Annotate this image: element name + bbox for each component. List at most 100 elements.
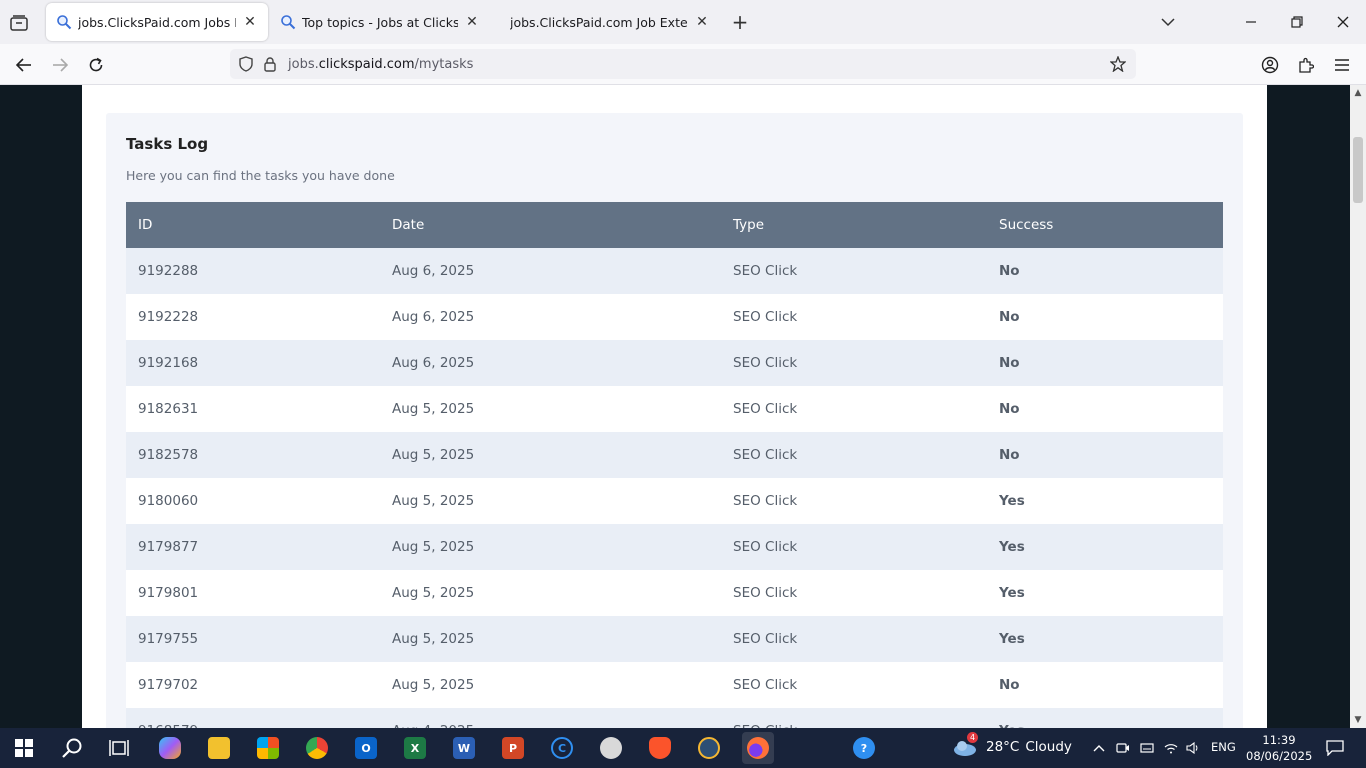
reload-button[interactable] (83, 52, 109, 78)
cell-date: Aug 5, 2025 (380, 570, 721, 616)
restore-button[interactable] (1285, 10, 1309, 34)
star-icon (1110, 56, 1126, 72)
network-tray[interactable] (1161, 738, 1181, 758)
scroll-down-arrow-icon[interactable]: ▼ (1352, 714, 1364, 726)
task-view-icon (109, 740, 129, 756)
address-bar[interactable]: jobs.clickspaid.com/mytasks (230, 49, 1136, 79)
cell-date: Aug 5, 2025 (380, 432, 721, 478)
windows-taskbar: O X W P C ? 4 28°C Cloudy ENG 11:39 08/0… (0, 728, 1366, 768)
firefox-icon (747, 737, 769, 759)
clock-date: 08/06/2025 (1246, 749, 1313, 763)
copilot-icon (159, 737, 181, 759)
task-view-button[interactable] (103, 732, 135, 764)
tab-top-topics[interactable]: Top topics - Jobs at ClicksPaid.c ✕ (270, 3, 490, 41)
column-header-id: ID (126, 202, 380, 248)
speaker-icon (1186, 742, 1198, 754)
excel-app[interactable]: X (399, 732, 431, 764)
meet-now-tray[interactable] (1113, 738, 1133, 758)
cell-id: 9192288 (126, 248, 380, 294)
cell-type: SEO Click (721, 616, 987, 662)
search-button[interactable] (56, 732, 88, 764)
column-header-date: Date (380, 202, 721, 248)
new-tab-button[interactable]: + (730, 10, 750, 34)
bookmark-star-button[interactable] (1106, 52, 1130, 76)
tab-title: jobs.ClicksPaid.com Job Extension (510, 14, 688, 30)
cell-success: Yes (987, 524, 1223, 570)
close-tab-icon[interactable]: ✕ (464, 14, 480, 30)
cell-type: SEO Click (721, 340, 987, 386)
plus-icon: + (731, 10, 749, 34)
page-subtitle: Here you can find the tasks you have don… (126, 168, 395, 183)
chrome-app[interactable] (301, 732, 333, 764)
satellite-icon (600, 737, 622, 759)
volume-tray[interactable] (1183, 738, 1203, 758)
column-header-type: Type (721, 202, 987, 248)
dashboard-icon (698, 737, 720, 759)
dashboard-app[interactable] (693, 732, 725, 764)
cell-success: No (987, 294, 1223, 340)
close-window-button[interactable] (1331, 10, 1355, 34)
file-explorer-app[interactable] (203, 732, 235, 764)
c-app[interactable]: C (546, 732, 578, 764)
copilot-app[interactable] (154, 732, 186, 764)
account-button[interactable] (1257, 52, 1283, 78)
notification-center-button[interactable] (1323, 738, 1347, 758)
cell-id: 9180060 (126, 478, 380, 524)
word-app[interactable]: W (448, 732, 480, 764)
cloud-weather-icon: 4 (952, 732, 978, 758)
brave-lion-icon (649, 737, 671, 759)
table-row: 9168579Aug 4, 2025SEO ClickYes (126, 708, 1223, 728)
cell-success: Yes (987, 616, 1223, 662)
satellite-app[interactable] (595, 732, 627, 764)
cell-type: SEO Click (721, 662, 987, 708)
chrome-icon (306, 737, 328, 759)
close-tab-icon[interactable]: ✕ (694, 14, 710, 30)
cell-date: Aug 5, 2025 (380, 616, 721, 662)
notification-icon (1326, 740, 1344, 756)
table-header-row: ID Date Type Success (126, 202, 1223, 248)
cell-success: No (987, 340, 1223, 386)
table-row: 9182631 Aug 5, 2025 SEO Click No (126, 386, 1223, 432)
url-text: jobs.clickspaid.com/mytasks (288, 56, 474, 72)
input-method-tray[interactable] (1137, 738, 1157, 758)
cell-id: 9179801 (126, 570, 380, 616)
table-row: 9192228 Aug 6, 2025 SEO Click No (126, 294, 1223, 340)
help-app[interactable]: ? (848, 732, 880, 764)
weather-temperature: 28°C (986, 739, 1020, 755)
site-info-icon[interactable] (258, 52, 282, 76)
firefox-app[interactable] (742, 732, 774, 764)
language-indicator[interactable]: ENG (1211, 740, 1236, 754)
table-row: 9192288 Aug 6, 2025 SEO Click No (126, 248, 1223, 294)
weather-widget[interactable]: 4 28°C Cloudy (952, 732, 1072, 758)
list-all-tabs-button[interactable] (8, 12, 30, 34)
tracking-protection-icon[interactable] (234, 52, 258, 76)
table-row: 9179801 Aug 5, 2025 SEO Click Yes (126, 570, 1223, 616)
close-tab-icon[interactable]: ✕ (242, 14, 258, 30)
forward-button[interactable] (47, 52, 73, 78)
extensions-button[interactable] (1293, 52, 1319, 78)
tab-overflow-button[interactable] (1156, 10, 1180, 34)
microsoft-store-app[interactable] (252, 732, 284, 764)
excel-icon: X (404, 737, 426, 759)
start-button[interactable] (8, 732, 40, 764)
cell-id: 9179877 (126, 524, 380, 570)
scroll-up-arrow-icon[interactable]: ▲ (1352, 87, 1364, 99)
outlook-app[interactable]: O (350, 732, 382, 764)
back-button[interactable] (11, 52, 37, 78)
folder-icon (208, 737, 230, 759)
brave-app[interactable] (644, 732, 676, 764)
app-menu-button[interactable] (1329, 52, 1355, 78)
tab-job-extension[interactable]: jobs.ClicksPaid.com Job Extension ✕ (494, 3, 720, 41)
cell-date: Aug 5, 2025 (380, 524, 721, 570)
system-clock[interactable]: 11:39 08/06/2025 (1246, 732, 1312, 764)
page-viewport: Tasks Log Here you can find the tasks yo… (0, 85, 1350, 728)
minimize-button[interactable] (1239, 10, 1263, 34)
search-icon (281, 15, 296, 30)
restore-icon (1291, 16, 1303, 28)
vertical-scrollbar[interactable]: ▲ ▼ (1350, 85, 1366, 728)
scrollbar-thumb[interactable] (1353, 137, 1363, 203)
tab-title: jobs.ClicksPaid.com Jobs Panel (78, 14, 236, 30)
tab-jobs-panel[interactable]: jobs.ClicksPaid.com Jobs Panel ✕ (46, 3, 268, 41)
presentation-app[interactable]: P (497, 732, 529, 764)
show-hidden-icons-button[interactable] (1089, 738, 1109, 758)
